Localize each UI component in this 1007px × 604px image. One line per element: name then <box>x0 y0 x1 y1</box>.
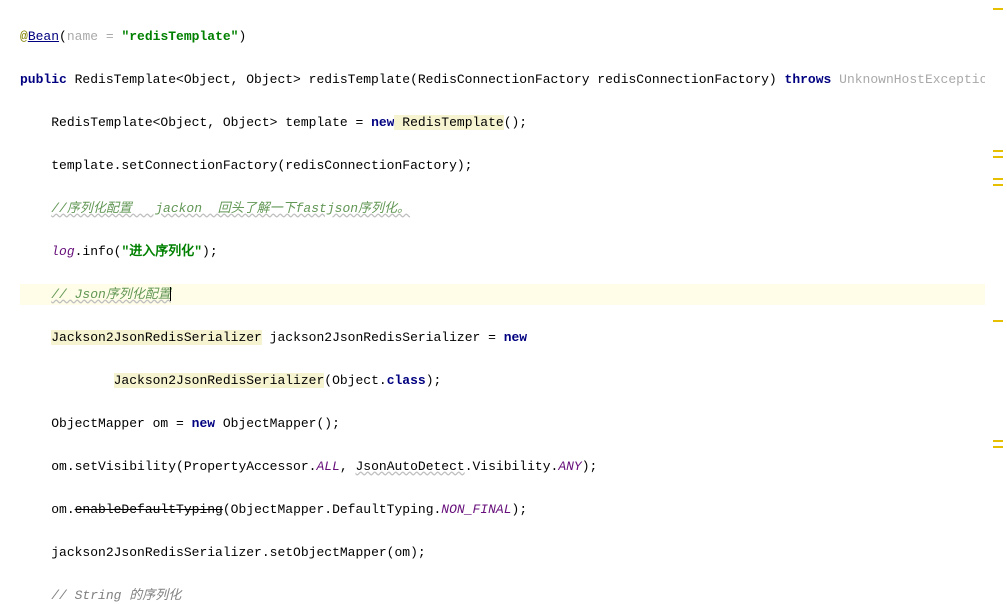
keyword-class: class <box>387 373 426 388</box>
ctor-call: Jackson2JsonRedisSerializer <box>114 373 325 388</box>
args: (ObjectMapper.DefaultTyping. <box>223 502 441 517</box>
log-ref: log <box>51 244 74 259</box>
enum-const: ANY <box>558 459 581 474</box>
keyword-public: public <box>20 72 67 87</box>
paren: ) <box>238 29 246 44</box>
code-line-current: // Json序列化配置 <box>20 284 985 306</box>
error-stripe-marker[interactable] <box>993 8 1003 10</box>
stmt: template.setConnectionFactory(redisConne… <box>51 158 472 173</box>
tail: ); <box>426 373 442 388</box>
error-stripe-marker[interactable] <box>993 156 1003 158</box>
signature: RedisTemplate<Object, Object> redisTempl… <box>67 72 785 87</box>
text-caret <box>170 287 171 301</box>
code-line: log.info("进入序列化"); <box>20 241 985 263</box>
deprecated-method: enableDefaultTyping <box>75 502 223 517</box>
decl: ObjectMapper om = <box>51 416 191 431</box>
sep: .Visibility. <box>465 459 559 474</box>
code-editor[interactable]: @Bean(name = "redisTemplate") public Red… <box>0 0 985 604</box>
error-stripe-marker[interactable] <box>993 440 1003 442</box>
code-line: public RedisTemplate<Object, Object> red… <box>20 69 985 91</box>
attr-key: name = <box>67 29 122 44</box>
enum-const: ALL <box>316 459 339 474</box>
comment: //序列化配置 jackon 回头了解一下fastjson序列化。 <box>51 201 410 216</box>
code-line: Jackson2JsonRedisSerializer(Object.class… <box>20 370 985 392</box>
code-line: jackson2JsonRedisSerializer.setObjectMap… <box>20 542 985 564</box>
string-literal: "进入序列化" <box>121 244 202 259</box>
error-stripe-marker[interactable] <box>993 150 1003 152</box>
stmt: om. <box>51 502 74 517</box>
code-line: ObjectMapper om = new ObjectMapper(); <box>20 413 985 435</box>
annotation-at: @ <box>20 29 28 44</box>
keyword-throws: throws <box>785 72 832 87</box>
tail: ); <box>202 244 218 259</box>
code-line: om.setVisibility(PropertyAccessor.ALL, J… <box>20 456 985 478</box>
keyword-new: new <box>371 115 394 130</box>
method-call: .info( <box>75 244 122 259</box>
tail: (); <box>504 115 527 130</box>
code-line: RedisTemplate<Object, Object> template =… <box>20 112 985 134</box>
class-ref: Jackson2JsonRedisSerializer <box>51 330 262 345</box>
error-stripe-marker[interactable] <box>993 320 1003 322</box>
stmt: om.setVisibility(PropertyAccessor. <box>51 459 316 474</box>
tail: ObjectMapper(); <box>215 416 340 431</box>
stmt: jackson2JsonRedisSerializer.setObjectMap… <box>51 545 425 560</box>
enum-const: NON_FINAL <box>441 502 511 517</box>
comment: // String 的序列化 <box>51 588 181 603</box>
decl: jackson2JsonRedisSerializer = <box>262 330 504 345</box>
code-line: om.enableDefaultTyping(ObjectMapper.Defa… <box>20 499 985 521</box>
error-stripe-marker[interactable] <box>993 446 1003 448</box>
code-line: template.setConnectionFactory(redisConne… <box>20 155 985 177</box>
code-line: // String 的序列化 <box>20 585 985 604</box>
error-stripe[interactable] <box>985 0 1007 604</box>
decl: RedisTemplate<Object, Object> template = <box>51 115 371 130</box>
code-line: @Bean(name = "redisTemplate") <box>20 26 985 48</box>
error-stripe-marker[interactable] <box>993 178 1003 180</box>
class-ref: JsonAutoDetect <box>355 459 464 474</box>
comment: // Json序列化配置 <box>51 287 171 302</box>
paren: ( <box>59 29 67 44</box>
code-line: Jackson2JsonRedisSerializer jackson2Json… <box>20 327 985 349</box>
tail: ); <box>512 502 528 517</box>
keyword-new: new <box>504 330 527 345</box>
error-stripe-marker[interactable] <box>993 184 1003 186</box>
ctor-call: RedisTemplate <box>394 115 503 130</box>
sep: , <box>340 459 356 474</box>
keyword-new: new <box>192 416 215 431</box>
code-line: //序列化配置 jackon 回头了解一下fastjson序列化。 <box>20 198 985 220</box>
string-literal: "redisTemplate" <box>121 29 238 44</box>
tail: ); <box>582 459 598 474</box>
exception-type: UnknownHostException <box>831 72 1003 87</box>
annotation-bean: Bean <box>28 29 59 44</box>
args: (Object. <box>324 373 386 388</box>
